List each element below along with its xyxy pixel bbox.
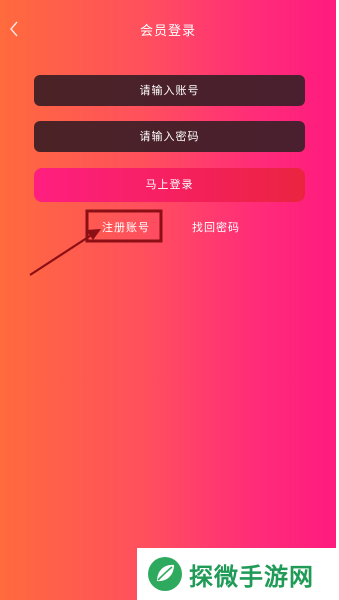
register-link[interactable]: 注册账号	[102, 219, 150, 235]
watermark-text: 探微手游网	[189, 562, 314, 591]
login-button[interactable]: 马上登录	[34, 168, 305, 202]
password-field[interactable]: 请输入密码	[34, 121, 305, 152]
forgot-password-link[interactable]: 找回密码	[192, 219, 240, 235]
login-screen: 会员登录 请输入账号 请输入密码 马上登录 注册账号 找回密码	[0, 0, 336, 600]
watermark: 探微手游网	[137, 548, 339, 600]
username-field[interactable]: 请输入账号	[34, 75, 305, 106]
page-title: 会员登录	[139, 24, 196, 39]
leaf-logo-icon	[148, 557, 182, 591]
